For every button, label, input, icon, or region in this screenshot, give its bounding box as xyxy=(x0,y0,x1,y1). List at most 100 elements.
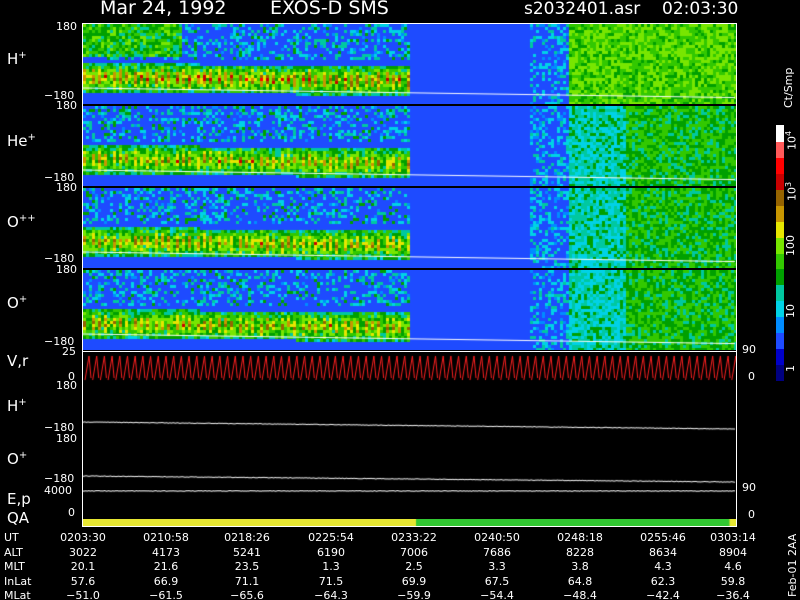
table-cell: 0255:46 xyxy=(640,531,686,544)
table-row-label: InLat xyxy=(4,574,32,588)
colorbar-step xyxy=(776,156,784,174)
panel-label-o-plusplus: O++ xyxy=(7,213,36,231)
table-cell: 0210:58 xyxy=(143,531,189,544)
panel-label-o-plus: O+ xyxy=(7,294,28,312)
tick-h-top: 180 xyxy=(56,20,77,33)
panel-label-he-plus: He+ xyxy=(7,132,36,150)
table-cell: 0218:26 xyxy=(224,531,270,544)
table-cell: 3.3 xyxy=(488,560,506,573)
spectrogram-frame xyxy=(82,23,737,352)
table-cell: 67.5 xyxy=(484,574,510,588)
colorbar-step xyxy=(776,268,784,286)
table-cell: 66.9 xyxy=(153,574,179,588)
table-row-label: UT xyxy=(4,531,19,544)
panel-label-o-plus-trace: O+ xyxy=(7,450,28,468)
table-cell: −51.0 xyxy=(66,589,100,600)
panel-label-ep: E,p xyxy=(7,490,31,508)
table-cell: 0303:14 xyxy=(710,531,756,544)
exos-d-sms-plot: Mar 24, 1992 EXOS-D SMS s2032401.asr 02:… xyxy=(0,0,800,600)
colorbar xyxy=(776,125,784,381)
table-cell: 4.6 xyxy=(724,560,742,573)
plot-instrument: EXOS-D SMS xyxy=(270,0,389,19)
colorbar-step xyxy=(776,188,784,206)
tick-ep-bottom: 0 xyxy=(68,506,75,519)
colorbar-step xyxy=(776,300,784,318)
tick-ep-right-top: 90 xyxy=(742,481,756,494)
table-cell: 7006 xyxy=(400,545,428,559)
colorbar-step xyxy=(776,220,784,238)
tick-ep-right-bottom: 0 xyxy=(748,508,755,521)
table-cell: 6190 xyxy=(317,545,345,559)
table-cell: 2.5 xyxy=(405,560,423,573)
panel-label-qa: QA xyxy=(7,509,30,527)
tick-h2-top: 180 xyxy=(56,379,77,392)
table-cell: 62.3 xyxy=(650,574,676,588)
table-cell: 57.6 xyxy=(70,574,96,588)
table-cell: 7686 xyxy=(483,545,511,559)
colorbar-step xyxy=(776,284,784,302)
table-cell: −36.4 xyxy=(716,589,750,600)
colorbar-step xyxy=(776,140,784,158)
colorbar-label-1: 1 xyxy=(784,365,797,372)
table-cell: −42.4 xyxy=(646,589,680,600)
table-row-label: MLT xyxy=(4,560,25,573)
colorbar-label-10e4: 104 xyxy=(784,130,799,150)
colorbar-label-10e3: 103 xyxy=(784,181,799,201)
tick-o2-top: 180 xyxy=(56,432,77,445)
footer-note: Feb-01 2AA xyxy=(786,533,799,597)
tick-he-top: 180 xyxy=(56,99,77,112)
tick-v-right-bottom: 0 xyxy=(748,370,755,383)
tick-ep-top: 4000 xyxy=(44,484,72,497)
colorbar-label-100: 100 xyxy=(784,235,797,256)
tick-v-right-top: 90 xyxy=(742,343,756,356)
table-cell: 20.1 xyxy=(70,560,96,573)
panel-label-velocity: V,r xyxy=(7,352,29,370)
colorbar-step xyxy=(776,204,784,222)
tick-opp-top: 180 xyxy=(56,181,77,194)
colorbar-step xyxy=(776,172,784,190)
table-cell: 8634 xyxy=(649,545,677,559)
table-cell: 4.3 xyxy=(654,560,672,573)
table-cell: 69.9 xyxy=(401,574,427,588)
table-cell: −54.4 xyxy=(480,589,514,600)
table-cell: 21.6 xyxy=(153,560,179,573)
table-cell: 71.5 xyxy=(318,574,344,588)
tick-v-top: 25 xyxy=(62,345,76,358)
table-cell: −65.6 xyxy=(230,589,264,600)
plot-date: Mar 24, 1992 xyxy=(100,0,227,19)
panel-label-h-plus-trace: H+ xyxy=(7,397,27,415)
table-cell: −64.3 xyxy=(314,589,348,600)
colorbar-label-10: 10 xyxy=(784,304,797,318)
table-row-label: MLat xyxy=(4,589,31,600)
table-cell: 1.3 xyxy=(322,560,340,573)
table-cell: 0203:30 xyxy=(60,531,106,544)
plot-time: 02:03:30 xyxy=(662,0,739,19)
table-cell: 0240:50 xyxy=(474,531,520,544)
colorbar-step xyxy=(776,364,784,381)
table-cell: 0233:22 xyxy=(391,531,437,544)
table-cell: 3022 xyxy=(69,545,97,559)
table-cell: 23.5 xyxy=(234,560,260,573)
table-row-label: ALT xyxy=(4,545,23,559)
colorbar-step xyxy=(776,236,784,254)
table-cell: −61.5 xyxy=(149,589,183,600)
table-cell: 0248:18 xyxy=(557,531,603,544)
table-cell: −59.9 xyxy=(397,589,431,600)
colorbar-step xyxy=(776,252,784,270)
table-cell: −48.4 xyxy=(563,589,597,600)
colorbar-step xyxy=(776,348,784,366)
colorbar-unit: Ct/Smp xyxy=(782,67,795,108)
table-cell: 8228 xyxy=(566,545,594,559)
table-cell: 0225:54 xyxy=(308,531,354,544)
table-cell: 71.1 xyxy=(234,574,260,588)
colorbar-step xyxy=(776,332,784,350)
table-cell: 64.8 xyxy=(567,574,593,588)
plot-filename: s2032401.asr xyxy=(524,0,641,19)
panel-label-h-plus: H+ xyxy=(7,50,27,68)
table-cell: 59.8 xyxy=(720,574,746,588)
tick-op-top: 180 xyxy=(56,263,77,276)
table-cell: 4173 xyxy=(152,545,180,559)
table-cell: 3.8 xyxy=(571,560,589,573)
colorbar-step xyxy=(776,125,784,142)
table-cell: 5241 xyxy=(233,545,261,559)
